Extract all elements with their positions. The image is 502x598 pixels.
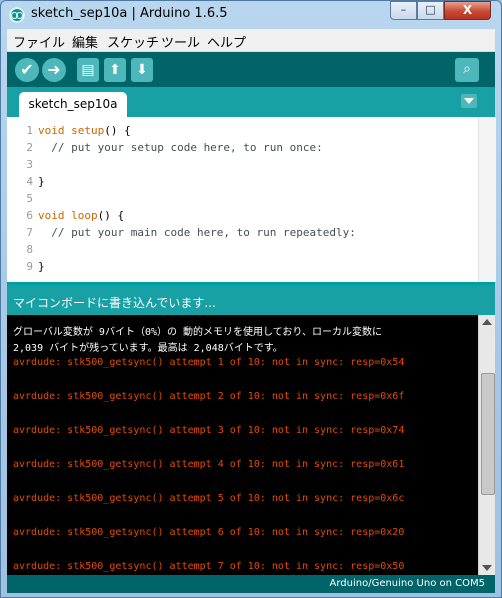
code-line: } [38,260,45,273]
save-sketch-icon[interactable]: ⬇ [131,58,153,82]
console-error-line: avrdude: stk500_getsync() attempt 6 of 1… [13,527,405,538]
toolbar: ✔ ➜ ▤ ⬆ ⬇ ⌕ [7,52,495,87]
close-button[interactable]: X [444,1,491,20]
console-error-line: avrdude: stk500_getsync() attempt 4 of 1… [13,459,405,470]
code-line: } [38,175,45,188]
code-line: // put your main code here, to run repea… [38,226,356,239]
console-error-line: avrdude: stk500_getsync() attempt 2 of 1… [13,391,405,402]
console-error-line: avrdude: stk500_getsync() attempt 3 of 1… [13,425,405,436]
line-number: 7 [26,226,33,239]
console-info-line: 2,039 バイトが残っています。最高は 2,048バイトです。 [13,343,283,354]
menu-sketch[interactable]: スケッチ [107,32,159,51]
status-bar: マイコンボードに書き込んでいます... [7,282,495,315]
code-text: () { [104,124,131,137]
tab-sketch[interactable]: sketch_sep10a [19,92,127,117]
line-number: 8 [26,243,33,256]
board-port-label: Arduino/Genuino Uno on COM5 [329,578,486,589]
menu-tools[interactable]: ツール [161,32,200,51]
status-message: マイコンボードに書き込んでいます... [13,296,216,310]
code-function-name: loop [71,209,98,222]
code-text: () { [97,209,125,222]
menu-bar: ファイル 編集 スケッチ ツール ヘルプ [7,29,495,52]
line-number: 4 [26,175,33,188]
code-keyword: void [38,124,65,137]
console-error-line: avrdude: stk500_getsync() attempt 5 of 1… [13,493,405,504]
tab-bar: sketch_sep10a [7,87,495,117]
line-number: 3 [26,158,33,171]
scroll-down-arrow-icon[interactable] [482,565,492,571]
line-number: 1 [26,124,33,137]
window-title: sketch_sep10a | Arduino 1.6.5 [31,6,228,21]
code-function-name: setup [71,124,105,137]
console-error-line: avrdude: stk500_getsync() attempt 1 of 1… [13,357,405,368]
maximize-button[interactable]: □ [417,1,444,20]
new-sketch-icon[interactable]: ▤ [77,58,99,82]
code-keyword: void [38,209,65,222]
line-number: 6 [26,209,33,222]
arduino-ide-window: sketch_sep10a | Arduino 1.6.5 – □ X ファイル… [0,0,502,598]
open-sketch-icon[interactable]: ⬆ [104,58,126,82]
console-info-line: グローバル変数が 9バイト（0%）の 動的メモリを使用しており、ローカル変数に [13,327,383,338]
code-line: void setup() { [38,124,131,137]
code-line: // put your setup code here, to run once… [38,141,323,154]
verify-icon[interactable]: ✔ [15,58,39,82]
line-number: 9 [26,260,33,273]
board-status-bar: Arduino/Genuino Uno on COM5 [7,575,495,593]
tab-menu-chevron-down-icon[interactable] [461,94,477,108]
console-error-line: avrdude: stk500_getsync() attempt 7 of 1… [13,561,405,572]
menu-help[interactable]: ヘルプ [207,32,246,51]
line-number: 2 [26,141,33,154]
minimize-button[interactable]: – [390,1,417,20]
menu-file[interactable]: ファイル [13,32,65,51]
code-line: void loop() { [38,209,124,222]
line-number: 5 [26,192,33,205]
console-scroll-thumb[interactable] [481,373,495,495]
serial-monitor-icon[interactable]: ⌕ [455,58,479,82]
code-editor[interactable]: 1 2 3 4 5 6 7 8 9 void setup() { // put … [7,117,496,282]
scroll-up-arrow-icon[interactable] [482,319,492,325]
title-bar[interactable]: sketch_sep10a | Arduino 1.6.5 – □ X [1,1,501,29]
console-scrollbar[interactable] [478,315,495,575]
menu-edit[interactable]: 編集 [72,32,98,51]
output-console: グローバル変数が 9バイト（0%）の 動的メモリを使用しており、ローカル変数に … [7,315,495,575]
arduino-logo-icon [9,7,25,23]
editor-scrollbar[interactable] [478,117,496,282]
upload-icon[interactable]: ➜ [42,58,66,82]
